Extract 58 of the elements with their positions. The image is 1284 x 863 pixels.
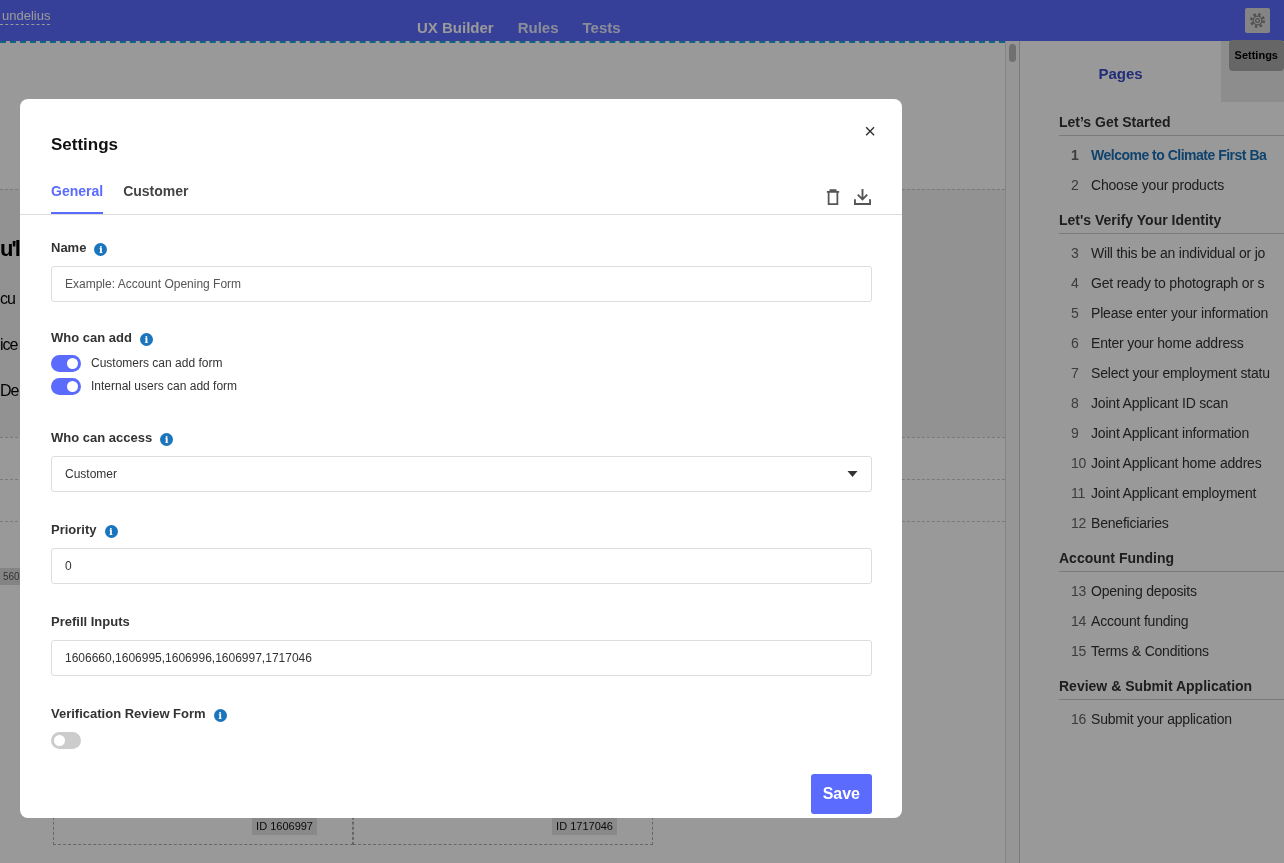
page-item[interactable]: 10 Joint Applicant home addres: [1059, 448, 1284, 478]
page-item[interactable]: 12 Beneficiaries: [1059, 508, 1284, 538]
page-item[interactable]: 8 Joint Applicant ID scan: [1059, 388, 1284, 418]
page-item[interactable]: 2 Choose your products: [1059, 170, 1284, 200]
dialog-tab[interactable]: Customer: [123, 180, 189, 214]
select-field[interactable]: Customer: [51, 456, 872, 492]
section-heading: Let's Verify Your Identity: [1059, 210, 1284, 234]
user-name[interactable]: undelius: [0, 8, 51, 25]
save-button[interactable]: Save: [810, 774, 872, 814]
delete-icon[interactable]: [826, 189, 840, 205]
page-item[interactable]: 3 Will this be an individual or jo: [1059, 238, 1284, 268]
section-heading: Review & Submit Application: [1059, 676, 1284, 700]
settings-icon[interactable]: [1245, 8, 1270, 33]
option-label: Customers can add form: [91, 355, 223, 372]
page-item[interactable]: 4 Get ready to photograph or s: [1059, 268, 1284, 298]
page-item[interactable]: 5 Please enter your information: [1059, 298, 1284, 328]
page-item[interactable]: 14 Account funding: [1059, 606, 1284, 636]
page-item[interactable]: 15 Terms & Conditions: [1059, 636, 1284, 666]
info-icon[interactable]: i: [213, 709, 227, 722]
panel-tab[interactable]: Pages: [1020, 41, 1221, 102]
page-item[interactable]: 16 Submit your application: [1059, 704, 1284, 734]
page-item[interactable]: 13 Opening deposits: [1059, 576, 1284, 606]
caret-icon: [847, 471, 858, 477]
info-icon[interactable]: i: [139, 333, 153, 346]
field-label: Prefill Inputs: [51, 614, 130, 629]
close-button[interactable]: ×: [858, 115, 882, 147]
info-icon[interactable]: i: [94, 243, 108, 256]
field-label: Who can access: [51, 430, 153, 445]
scrollbar-thumb[interactable]: [1009, 44, 1016, 62]
heading-text: cu: [0, 289, 15, 309]
page-item[interactable]: 6 Enter your home address: [1059, 328, 1284, 358]
section-heading: Let’s Get Started: [1059, 112, 1284, 136]
dialog-tab[interactable]: General: [51, 180, 104, 214]
section-heading: Account Funding: [1059, 548, 1284, 572]
field-label: Priority: [51, 522, 97, 537]
toggle-switch[interactable]: [51, 732, 81, 749]
page-item[interactable]: 11 Joint Applicant employment: [1059, 478, 1284, 508]
field-label: Who can add: [51, 330, 132, 345]
nav-tab[interactable]: UX Builder: [417, 15, 494, 47]
heading-text: ice: [0, 335, 18, 355]
heading-text: u'l: [0, 235, 19, 263]
page-item[interactable]: 7 Select your employment statu: [1059, 358, 1284, 388]
heading-text: De: [0, 381, 19, 401]
page-item[interactable]: 1 Welcome to Climate First Ba: [1059, 140, 1284, 170]
option-label: Internal users can add form: [91, 378, 238, 395]
input-field[interactable]: Example: Account Opening Form: [51, 266, 872, 302]
tooltip: Settings: [1228, 40, 1284, 71]
dialog-title: Settings: [51, 134, 119, 156]
toggle-switch[interactable]: [51, 377, 81, 395]
download-icon[interactable]: [854, 188, 871, 205]
info-icon[interactable]: i: [104, 525, 118, 538]
page-item[interactable]: 9 Joint Applicant information: [1059, 418, 1284, 448]
input-field[interactable]: 1606660,1606995,1606996,1606997,1717046: [51, 640, 872, 676]
info-icon[interactable]: i: [160, 433, 174, 446]
field-label: Name: [51, 240, 87, 255]
toggle-switch[interactable]: [51, 354, 81, 372]
field-label: Verification Review Form: [51, 706, 206, 721]
input-field[interactable]: 0: [51, 548, 872, 584]
